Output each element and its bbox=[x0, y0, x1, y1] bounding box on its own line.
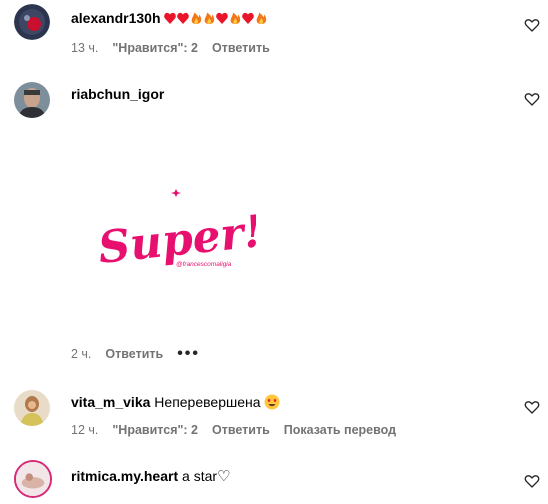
avatar[interactable] bbox=[14, 82, 50, 118]
comment-username[interactable]: alexandr130h bbox=[71, 10, 161, 26]
comment-username[interactable]: ritmica.my.heart bbox=[71, 468, 178, 484]
comment-time[interactable]: 13 ч. bbox=[71, 40, 98, 56]
reply-button[interactable]: Ответить bbox=[212, 422, 270, 438]
sticker-handle: @francescomaligia bbox=[176, 261, 232, 268]
more-dots-icon[interactable]: ••• bbox=[177, 346, 200, 362]
heart-emoji bbox=[164, 12, 177, 24]
fire-emoji bbox=[192, 12, 202, 24]
comment-text: a star bbox=[182, 468, 218, 484]
comment-time[interactable]: 2 ч. bbox=[71, 346, 91, 362]
like-heart-icon[interactable] bbox=[524, 473, 540, 489]
like-heart-icon[interactable] bbox=[524, 17, 540, 33]
reply-button[interactable]: Ответить bbox=[105, 346, 163, 362]
reply-button[interactable]: Ответить bbox=[212, 40, 270, 56]
avatar[interactable] bbox=[14, 460, 52, 498]
comment-username[interactable]: vita_m_vika bbox=[71, 394, 150, 410]
avatar[interactable] bbox=[14, 390, 50, 426]
like-heart-icon[interactable] bbox=[524, 399, 540, 415]
comment-likes-count[interactable]: "Нравится": 2 bbox=[112, 422, 198, 438]
like-heart-icon[interactable] bbox=[524, 91, 540, 107]
comment-time[interactable]: 12 ч. bbox=[71, 422, 98, 438]
super-sticker-image[interactable]: Super! @francescomaligia bbox=[96, 180, 265, 280]
show-translation-button[interactable]: Показать перевод bbox=[284, 422, 396, 438]
avatar[interactable] bbox=[14, 4, 50, 40]
star-struck-emoji: 🤩 bbox=[264, 394, 280, 410]
comment-likes-count[interactable]: "Нравится": 2 bbox=[112, 40, 198, 56]
comment-text: Неперевершена bbox=[154, 394, 261, 410]
comment-username[interactable]: riabchun_igor bbox=[71, 86, 164, 102]
heart-outline-emoji: ♡ bbox=[217, 467, 231, 485]
comment-emoji-text: ❤❤🔥🔥❤🔥❤🔥 bbox=[164, 12, 268, 27]
